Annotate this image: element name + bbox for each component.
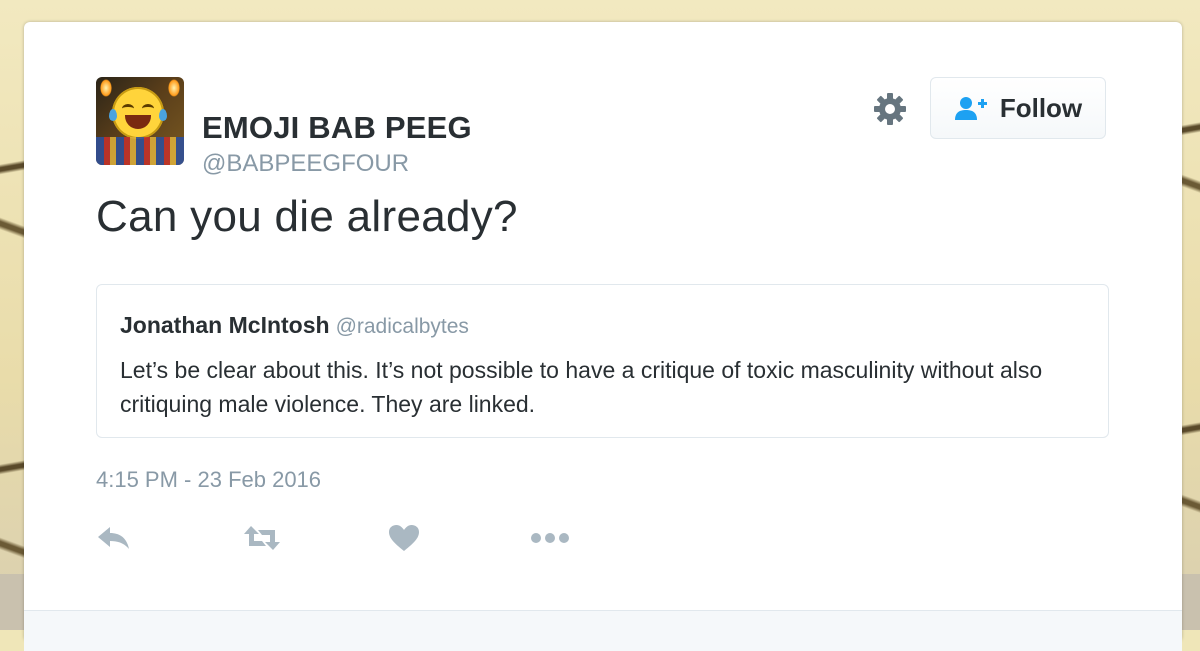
- quoted-tweet-author: Jonathan McIntosh @radicalbytes: [120, 312, 469, 339]
- quoted-author-name: Jonathan McIntosh: [120, 312, 330, 338]
- retweet-button[interactable]: [242, 522, 282, 554]
- tweet-card-footer: [24, 610, 1182, 651]
- author-handle[interactable]: @BABPEEGFOUR: [202, 150, 409, 178]
- tweet-timestamp[interactable]: 4:15 PM - 23 Feb 2016: [96, 467, 321, 493]
- tweet-card: EMOJI BAB PEEG @BABPEEGFOUR Follow Can y…: [24, 22, 1182, 651]
- avatar-lower-pattern: [96, 137, 184, 165]
- reply-button[interactable]: [96, 522, 132, 554]
- more-button[interactable]: [530, 522, 570, 554]
- quoted-tweet[interactable]: Jonathan McIntosh @radicalbytes Let’s be …: [96, 284, 1109, 438]
- tweet-text: Can you die already?: [96, 192, 518, 241]
- gear-icon[interactable]: [872, 91, 908, 127]
- follow-button[interactable]: Follow: [930, 77, 1106, 139]
- heart-icon: [389, 525, 419, 551]
- flame-icon: [100, 79, 112, 97]
- avatar[interactable]: [96, 77, 184, 165]
- crying-laughing-emoji-icon: [109, 87, 167, 139]
- like-button[interactable]: [388, 522, 424, 554]
- follow-button-label: Follow: [999, 92, 1083, 123]
- add-user-icon: [954, 97, 987, 120]
- quoted-tweet-text: Let’s be clear about this. It’s not poss…: [120, 357, 1043, 417]
- reply-icon: [98, 527, 129, 549]
- author-display-name[interactable]: EMOJI BAB PEEG: [202, 110, 472, 146]
- quoted-author-handle: @radicalbytes: [335, 315, 469, 338]
- more-dots-icon: [531, 533, 569, 543]
- flame-icon: [168, 79, 180, 97]
- retweet-icon: [244, 526, 280, 550]
